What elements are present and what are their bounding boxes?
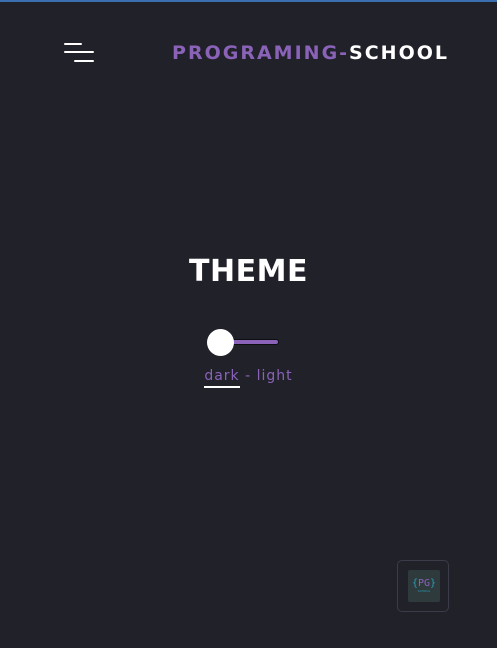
mode-separator: - <box>239 368 257 384</box>
pg-school-logo-icon: {PG} SCHOOL <box>408 570 440 602</box>
theme-mode-labels: dark - light <box>0 368 497 388</box>
brand-part-school: SCHOOL <box>349 42 449 64</box>
logo-mark: {PG} <box>411 578 437 589</box>
brand-part-programing: PROGRAMING- <box>172 42 350 64</box>
logo-subtitle: SCHOOL <box>417 589 431 593</box>
theme-heading: THEME <box>189 254 308 289</box>
menu-line-middle <box>64 51 94 53</box>
menu-line-top <box>64 43 82 45</box>
hamburger-menu-icon[interactable] <box>62 42 96 66</box>
toggle-knob[interactable] <box>207 329 234 356</box>
light-mode-label[interactable]: light <box>257 368 293 384</box>
menu-line-bottom <box>74 60 94 62</box>
dark-mode-label[interactable]: dark <box>204 368 240 388</box>
scroll-top-logo-button[interactable]: {PG} SCHOOL <box>397 560 449 612</box>
site-logo-text[interactable]: PROGRAMING-SCHOOL <box>172 42 449 64</box>
page: PROGRAMING-SCHOOL THEME dark - light {PG… <box>0 0 497 648</box>
theme-toggle-switch[interactable] <box>207 329 281 356</box>
